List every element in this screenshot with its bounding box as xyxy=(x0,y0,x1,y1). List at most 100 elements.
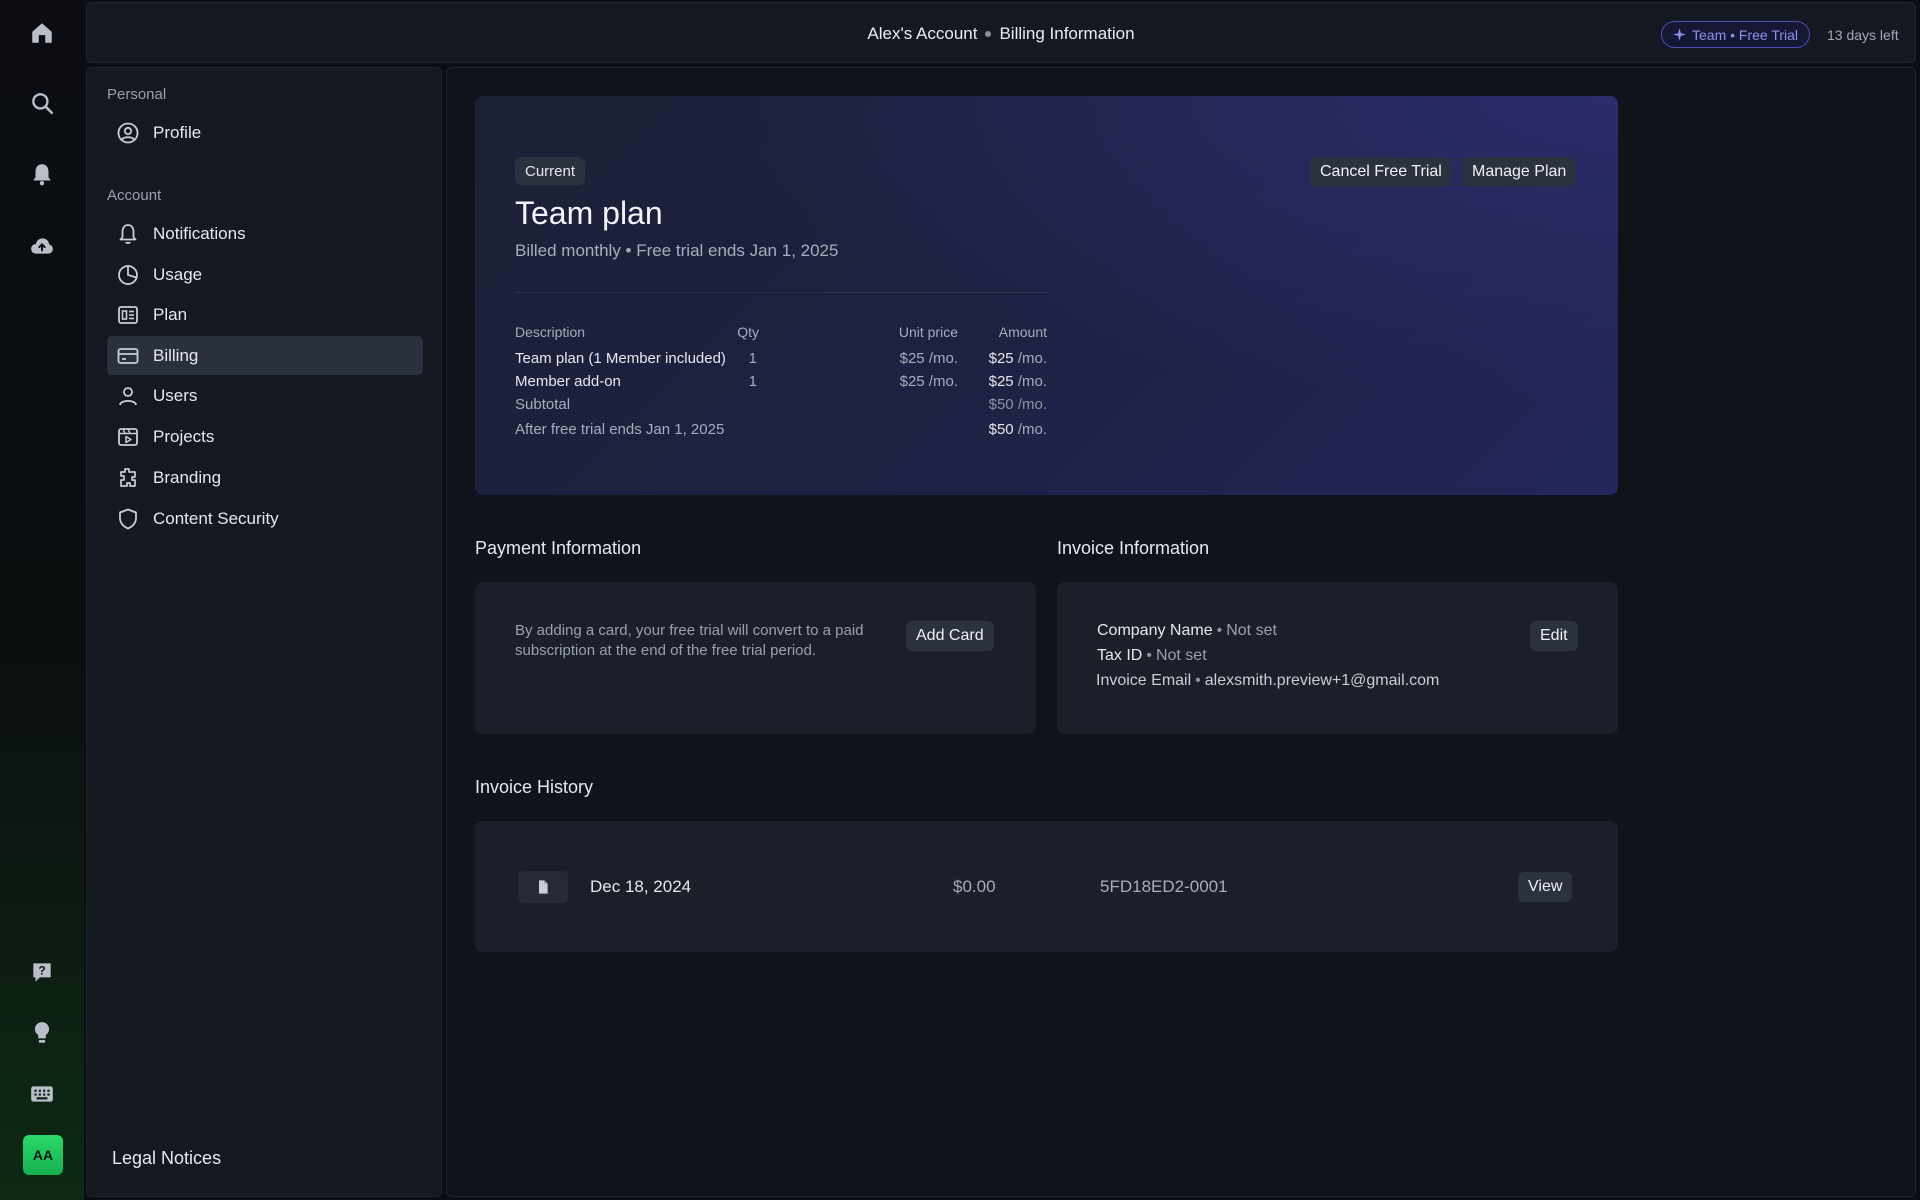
column-header-unit-price: Unit price xyxy=(898,324,958,340)
line-qty: 1 xyxy=(748,373,757,390)
invoice-information-title: Invoice Information xyxy=(1057,538,1210,558)
line-amount: $25 xyxy=(988,350,1014,367)
bell-icon xyxy=(115,221,141,247)
user-icon xyxy=(115,383,141,409)
after-trial-suffix: /mo. xyxy=(1017,421,1047,438)
payment-information-title: Payment Information xyxy=(475,538,642,558)
invoice-information-card: Company Name • Not set Tax ID • Not set Invo… xyxy=(1057,582,1618,734)
payment-information-card: By adding a card, your free trial will c… xyxy=(475,582,1036,734)
bell-icon[interactable] xyxy=(22,154,62,194)
line-amount-suffix: /mo. xyxy=(1017,350,1047,367)
credit-card-icon xyxy=(115,343,141,369)
file-icon xyxy=(518,871,568,903)
tax-id-label: Tax ID xyxy=(1097,647,1143,664)
company-name-value: Not set xyxy=(1226,622,1277,639)
profile-icon xyxy=(115,120,141,146)
projects-icon xyxy=(115,424,141,450)
sidebar-item-label: Billing xyxy=(153,345,199,365)
line-qty: 1 xyxy=(748,350,757,367)
breadcrumb-account[interactable]: Alex's Account xyxy=(867,24,977,44)
plan-trial-badge[interactable]: Team • Free Trial xyxy=(1661,21,1811,48)
sidebar-item-label: Branding xyxy=(153,467,222,487)
line-amount-suffix: /mo. xyxy=(1017,373,1047,390)
help-icon[interactable]: ? xyxy=(22,952,62,992)
sidebar-item-label: Projects xyxy=(153,426,215,446)
sidebar-item-notifications[interactable]: Notifications xyxy=(107,214,423,253)
avatar[interactable]: AA xyxy=(23,1135,63,1175)
company-name-line: Company Name • Not set xyxy=(1097,622,1277,639)
breadcrumb-separator xyxy=(985,30,992,37)
tax-id-line: Tax ID • Not set xyxy=(1097,647,1207,664)
sidebar-item-content-security[interactable]: Content Security xyxy=(107,499,423,538)
app-rail: ? AA xyxy=(0,0,84,1200)
svg-text:?: ? xyxy=(38,964,45,978)
sidebar-item-label: Notifications xyxy=(153,223,246,243)
edit-invoice-info-button[interactable]: Edit xyxy=(1530,621,1578,651)
line-description: Team plan (1 Member included) xyxy=(515,350,726,367)
column-header-qty: Qty xyxy=(737,324,759,340)
company-name-label: Company Name xyxy=(1097,622,1213,639)
sparkle-icon xyxy=(1673,28,1686,41)
sidebar-item-branding[interactable]: Branding xyxy=(107,458,423,497)
after-trial-row: After free trial ends Jan 1, 2025 $50 /m… xyxy=(515,421,1047,445)
column-header-amount: Amount xyxy=(998,324,1047,340)
line-unit-price: $25 xyxy=(899,350,925,367)
sidebar-item-users[interactable]: Users xyxy=(107,376,423,415)
search-icon[interactable] xyxy=(22,83,62,123)
breadcrumb: Alex's Account Billing Information xyxy=(87,3,1915,64)
tax-id-value: Not set xyxy=(1155,647,1207,664)
settings-sidebar: Personal Profile Account Notifications U… xyxy=(86,67,442,1197)
trial-days-left: 13 days left xyxy=(1827,27,1899,43)
table-row: Team plan (1 Member included) 1 $25 /mo.… xyxy=(515,350,1047,375)
home-icon[interactable] xyxy=(22,13,62,53)
sidebar-item-label: Profile xyxy=(153,122,202,142)
plan-card: Current Cancel Free Trial Manage Plan Te… xyxy=(475,96,1618,495)
group-label-account: Account xyxy=(107,187,162,204)
after-trial-label: After free trial ends Jan 1, 2025 xyxy=(515,421,725,438)
subtotal-label: Subtotal xyxy=(515,396,571,413)
sidebar-item-label: Plan xyxy=(153,304,188,324)
line-unit-price: $25 xyxy=(899,373,925,390)
invoice-history-card: Dec 18, 2024 $0.00 5FD18ED2-0001 View xyxy=(475,821,1618,952)
current-plan-chip: Current xyxy=(515,157,586,185)
group-label-personal: Personal xyxy=(107,86,167,103)
sidebar-item-projects[interactable]: Projects xyxy=(107,417,423,456)
sidebar-item-plan[interactable]: Plan xyxy=(107,295,423,334)
sidebar-item-billing[interactable]: Billing xyxy=(107,336,423,375)
invoice-email-line: Invoice Email • alexsmith.preview+1@gmail.… xyxy=(1096,672,1440,689)
branding-icon xyxy=(115,465,141,491)
view-invoice-button[interactable]: View xyxy=(1518,872,1573,902)
add-card-button[interactable]: Add Card xyxy=(906,621,994,651)
invoice-amount: $0.00 xyxy=(953,877,996,896)
sidebar-item-label: Users xyxy=(153,385,198,405)
billing-main: Current Cancel Free Trial Manage Plan Te… xyxy=(446,67,1916,1197)
plan-billing-summary: Billed monthly • Free trial ends Jan 1, … xyxy=(515,241,839,260)
sidebar-item-label: Content Security xyxy=(153,508,279,528)
subtotal-suffix: /mo. xyxy=(1017,396,1047,413)
breadcrumb-page: Billing Information xyxy=(999,23,1135,43)
trial-badge-label: Team • Free Trial xyxy=(1692,26,1799,43)
invoice-email-value: alexsmith.preview+1@gmail.com xyxy=(1204,672,1440,689)
invoice-history-title: Invoice History xyxy=(475,777,594,797)
cloud-upload-icon[interactable] xyxy=(22,226,62,266)
plan-icon xyxy=(115,302,141,328)
manage-plan-button[interactable]: Manage Plan xyxy=(1462,157,1577,187)
subtotal-row: Subtotal $50 /mo. xyxy=(515,396,1047,421)
sidebar-item-label: Usage xyxy=(153,264,203,284)
after-trial-amount: $50 xyxy=(988,421,1014,438)
pie-chart-icon xyxy=(115,262,141,288)
sidebar-item-usage[interactable]: Usage xyxy=(107,255,423,294)
invoice-email-label: Invoice Email xyxy=(1096,672,1192,689)
table-header-row: Description Qty Unit price Amount xyxy=(515,324,1047,348)
lightbulb-icon[interactable] xyxy=(22,1013,62,1053)
table-row: Member add-on 1 $25 /mo. $25 /mo. xyxy=(515,373,1047,396)
line-description: Member add-on xyxy=(515,373,621,390)
column-header-description: Description xyxy=(515,324,586,340)
sidebar-item-profile[interactable]: Profile xyxy=(107,113,423,152)
invoice-date: Dec 18, 2024 xyxy=(590,877,692,896)
keyboard-icon[interactable] xyxy=(22,1074,62,1114)
shield-icon xyxy=(115,506,141,532)
line-unit-suffix: /mo. xyxy=(928,350,958,367)
legal-notices-link[interactable]: Legal Notices xyxy=(112,1148,221,1169)
cancel-free-trial-button[interactable]: Cancel Free Trial xyxy=(1310,157,1452,187)
